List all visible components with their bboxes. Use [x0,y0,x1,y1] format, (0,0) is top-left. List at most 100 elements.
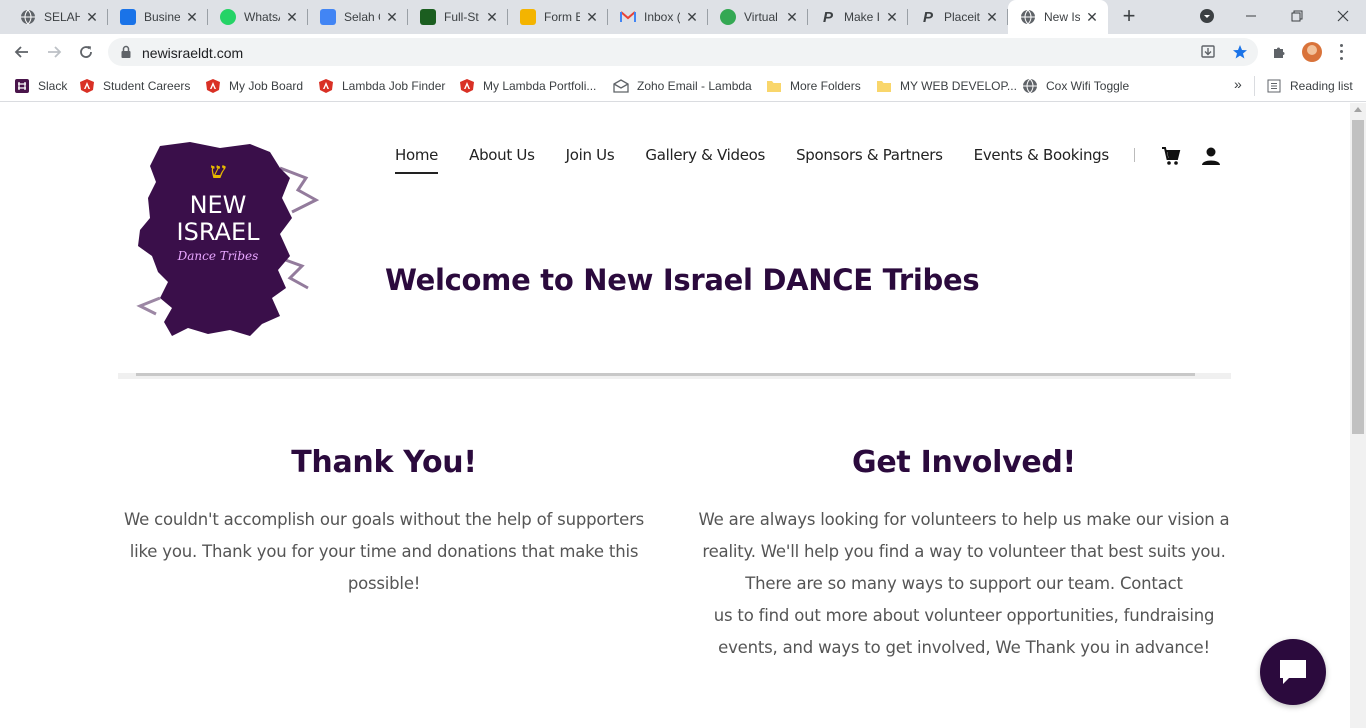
browser-tab[interactable]: Inbox (✕ [608,0,708,34]
tab-close-icon[interactable]: ✕ [784,9,800,25]
reading-list-label: Reading list [1290,79,1353,93]
tab-title: Full-St [444,10,479,24]
browser-toolbar: newisraeldt.com [0,34,1366,70]
browser-tab-strip: SELAH✕Busine✕WhatsA✕Selah C✕Full-St✕Form… [0,0,1366,34]
tab-title: Make I [844,10,880,24]
tab-close-icon[interactable]: ✕ [384,9,400,25]
bookmark-item[interactable]: Cox Wifi Toggle [1022,76,1129,96]
profile-avatar[interactable] [1302,42,1322,62]
browser-tab[interactable]: Selah C ✕ [308,0,408,34]
nav-link-home[interactable]: Home [395,144,438,174]
browser-tab[interactable]: Full-St ✕ [408,0,508,34]
bookmark-item[interactable]: MY WEB DEVELOP... [876,76,1017,96]
get-involved-heading: Get Involved! [852,445,1076,480]
browser-tab[interactable]: Form B ✕ [508,0,608,34]
placeit-icon: P [822,8,833,26]
browser-tab[interactable]: New Is ✕ [1008,0,1108,34]
bookmark-item[interactable]: Zoho Email - Lambda [613,76,752,96]
bookmark-label: Zoho Email - Lambda [637,79,752,93]
browser-tab[interactable]: Busine ✕ [108,0,208,34]
gmail-icon [620,9,636,25]
globe-icon [1022,78,1038,94]
restore-button[interactable] [1274,0,1320,32]
browser-tab[interactable]: P Make I ✕ [808,0,908,34]
hero-title: Welcome to New Israel DANCE Tribes [385,263,980,297]
browser-tab[interactable]: WhatsA ✕ [208,0,308,34]
nav-link-events-bookings[interactable]: Events & Bookings [974,144,1110,174]
nav-link-sponsors-partners[interactable]: Sponsors & Partners [796,144,943,174]
reload-button[interactable] [74,40,98,64]
bookmark-item[interactable]: Slack [14,76,67,96]
tab-close-icon[interactable]: ✕ [584,9,600,25]
new-israel-logo[interactable]: ש NEW ISRAEL Dance Tribes [130,138,320,338]
nav-link-gallery-videos[interactable]: Gallery & Videos [645,144,765,174]
scroll-up-icon[interactable] [1354,107,1362,112]
bookmark-star-icon[interactable] [1232,44,1248,60]
back-button[interactable] [10,40,34,64]
bookmark-item[interactable]: Student Careers [79,76,190,96]
minimize-button[interactable] [1228,0,1274,32]
get-involved-line: reality. We'll help you find a way to vo… [702,542,1226,561]
bookmark-label: My Lambda Portfoli... [483,79,597,93]
dot-icon [1339,57,1343,61]
bookmarks-overflow-button[interactable]: » [1234,76,1242,92]
browser-tab[interactable]: SELAH ✕ [8,0,108,34]
page-scrollbar[interactable] [1350,103,1366,728]
tab-close-icon[interactable]: ✕ [984,9,1000,25]
extensions-icon[interactable] [1271,44,1287,60]
thank-you-section: Thank You! We couldn't accomplish our go… [118,445,650,600]
slack-icon [14,78,30,94]
tab-search-button[interactable] [1184,0,1230,32]
tab-title: SELAH [44,10,80,24]
nav-link-join-us[interactable]: Join Us [566,144,615,174]
tab-close-icon[interactable]: ✕ [1084,9,1100,25]
bookmark-label: Student Careers [103,79,191,93]
bookmark-label: Slack [38,79,68,93]
bookmark-item[interactable]: My Lambda Portfoli... [459,76,596,96]
lock-icon [121,45,131,58]
chat-bubble-icon [1280,660,1306,684]
restore-icon [1291,10,1303,22]
get-involved-line: events, and ways to get involved, We Tha… [718,638,1210,657]
bookmark-item[interactable]: Lambda Job Finder [318,76,445,96]
lambda-icon [79,78,95,94]
tab-title: Busine [144,10,180,24]
tab-close-icon[interactable]: ✕ [84,9,100,25]
tab-close-icon[interactable]: ✕ [684,9,700,25]
tab-close-icon[interactable]: ✕ [284,9,300,25]
tab-title: Virtual [744,10,778,24]
forward-button[interactable] [42,40,66,64]
new-tab-button[interactable]: + [1118,5,1140,28]
bookmark-item[interactable]: More Folders [766,76,861,96]
scrollbar-thumb[interactable] [1352,120,1364,434]
cart-icon[interactable] [1160,145,1182,167]
chat-widget-button[interactable] [1260,639,1326,705]
reload-icon [80,46,92,58]
address-bar[interactable]: newisraeldt.com [108,38,1258,66]
tab-close-icon[interactable]: ✕ [484,9,500,25]
tab-close-icon[interactable]: ✕ [884,9,900,25]
tab-title: Form B [544,10,580,24]
browser-menu-button[interactable] [1336,42,1346,62]
arrow-right-icon [48,46,62,58]
browser-tab[interactable]: Virtual ✕ [708,0,808,34]
tab-close-icon[interactable]: ✕ [184,9,200,25]
globe-icon [1020,9,1036,25]
nav-link-about-us[interactable]: About Us [469,144,535,174]
tab-title: WhatsA [244,10,280,24]
close-window-button[interactable] [1320,0,1366,32]
thank-you-line: like you. Thank you for your time and do… [129,542,639,561]
install-app-icon[interactable] [1200,44,1216,60]
nav-divider [1134,148,1135,162]
folder-icon [876,78,892,94]
bookmark-label: My Job Board [229,79,304,93]
browser-tab[interactable]: P Placeit ✕ [908,0,1008,34]
get-involved-line: us to find out more about volunteer oppo… [713,606,1215,625]
get-involved-line: We are always looking for volunteers to … [698,510,1230,529]
tab-title: New Is [1044,10,1080,24]
user-account-icon[interactable] [1200,145,1222,167]
placeit-icon: P [922,8,933,26]
lambda-icon [459,78,475,94]
bookmark-item[interactable]: My Job Board [205,76,303,96]
reading-list-button[interactable]: Reading list [1266,76,1353,96]
